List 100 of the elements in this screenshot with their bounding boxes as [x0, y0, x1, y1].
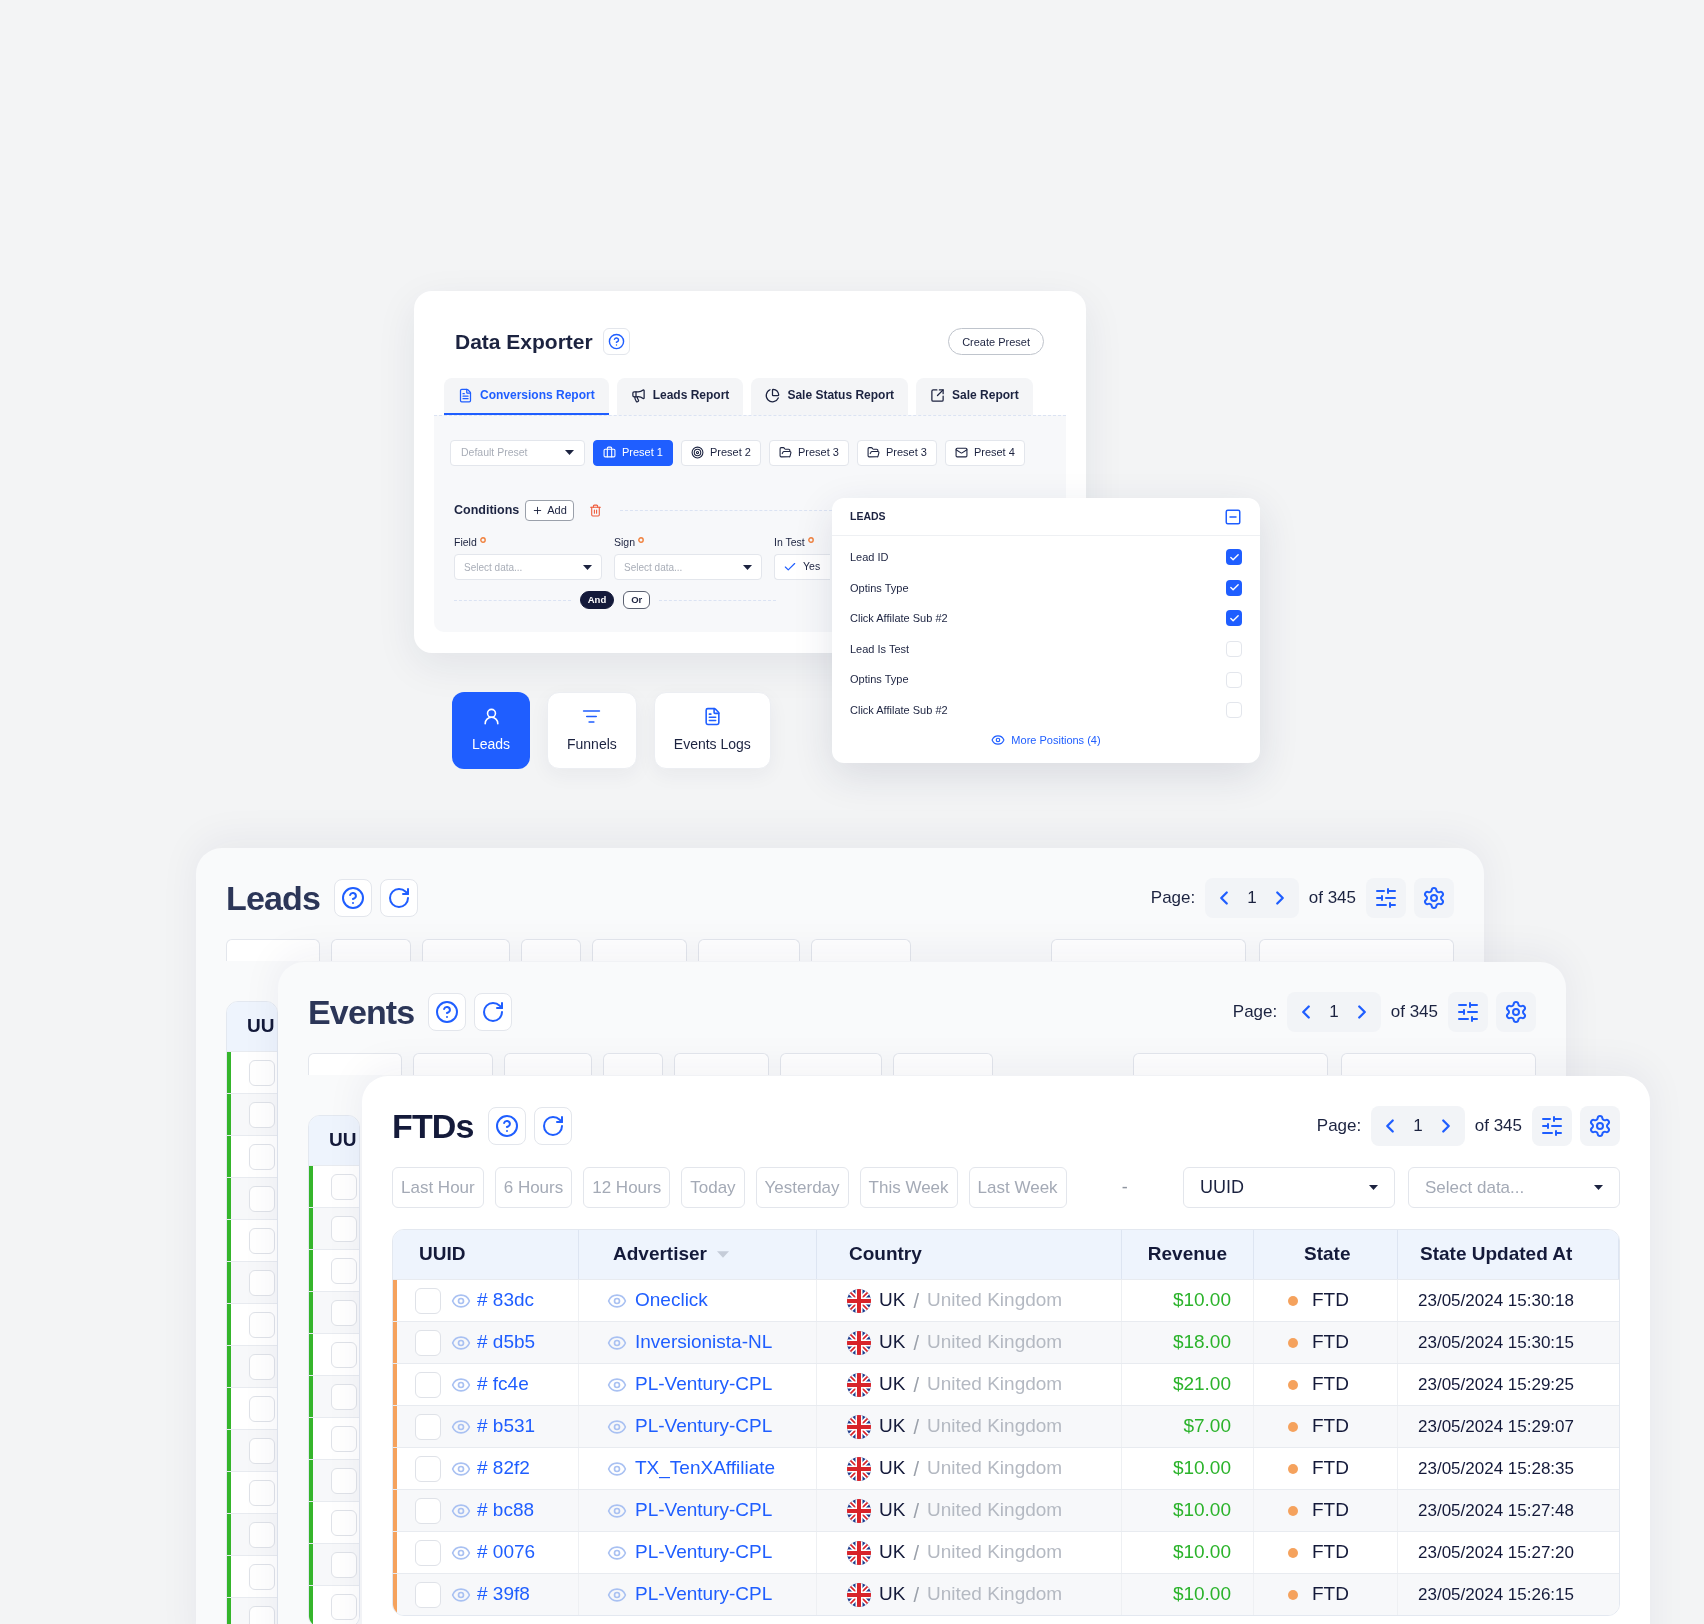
refresh-button[interactable]: [474, 993, 513, 1031]
uuid-link[interactable]: # bc88: [477, 1496, 535, 1525]
uuid-link[interactable]: # 0076: [477, 1538, 536, 1567]
time-filter-button[interactable]: [413, 1053, 493, 1075]
row-checkbox[interactable]: [249, 1185, 275, 1212]
settings-button[interactable]: [1496, 992, 1536, 1032]
toggle-field[interactable]: Yes: [774, 554, 830, 581]
row-checkbox[interactable]: [249, 1353, 275, 1380]
row-checkbox[interactable]: [331, 1299, 357, 1326]
columns-button[interactable]: [1448, 992, 1488, 1032]
row-checkbox[interactable]: [249, 1227, 275, 1254]
column-header[interactable]: UU: [309, 1116, 357, 1165]
help-button[interactable]: [602, 328, 630, 356]
row-checkbox[interactable]: [415, 1497, 441, 1524]
time-filter-button[interactable]: [308, 1053, 402, 1075]
preset-button[interactable]: Preset 3: [768, 439, 849, 466]
logic-toggle[interactable]: Or: [623, 591, 651, 610]
id-select[interactable]: UUID: [1183, 1167, 1395, 1208]
data-select[interactable]: [1341, 1053, 1536, 1075]
time-filter-button[interactable]: [521, 939, 581, 961]
row-checkbox[interactable]: [249, 1059, 275, 1086]
add-button[interactable]: Add: [525, 499, 574, 521]
row-checkbox[interactable]: [415, 1455, 441, 1482]
advertiser-link[interactable]: PL-Ventury-CPL: [635, 1538, 773, 1567]
row-checkbox[interactable]: [249, 1395, 275, 1422]
report-tab[interactable]: Conversions Report: [444, 377, 609, 415]
time-filter-button[interactable]: [603, 1053, 663, 1075]
advertiser-link[interactable]: PL-Ventury-CPL: [635, 1580, 773, 1609]
row-checkbox[interactable]: [249, 1563, 275, 1590]
uuid-link[interactable]: # b531: [477, 1412, 536, 1441]
row-checkbox[interactable]: [415, 1371, 441, 1398]
row-checkbox[interactable]: [331, 1173, 357, 1200]
checkbox[interactable]: [1226, 579, 1242, 596]
report-tab[interactable]: Sale Report: [916, 377, 1033, 415]
checkbox[interactable]: [1226, 671, 1242, 688]
preset-button[interactable]: Preset 1: [593, 439, 673, 466]
time-filter-button[interactable]: [780, 1053, 882, 1075]
nav-button[interactable]: Events Logs: [653, 692, 771, 769]
row-checkbox[interactable]: [331, 1341, 357, 1368]
collapse-icon[interactable]: [1224, 507, 1242, 526]
advertiser-link[interactable]: Inversionista-NL: [635, 1328, 773, 1357]
row-checkbox[interactable]: [249, 1101, 275, 1128]
time-filter-button[interactable]: [674, 1053, 769, 1075]
checkbox[interactable]: [1226, 549, 1242, 566]
time-filter-button[interactable]: [698, 939, 800, 961]
more-positions-link[interactable]: More Positions (4): [991, 731, 1101, 749]
id-select[interactable]: [1051, 939, 1246, 961]
row-checkbox[interactable]: [331, 1593, 357, 1620]
uuid-link[interactable]: # 82f2: [477, 1454, 530, 1483]
time-filter-button[interactable]: [422, 939, 510, 961]
settings-button[interactable]: [1580, 1106, 1620, 1146]
row-checkbox[interactable]: [249, 1521, 275, 1548]
help-button[interactable]: [487, 1107, 526, 1145]
columns-button[interactable]: [1366, 878, 1406, 918]
help-button[interactable]: [334, 879, 372, 917]
preset-button[interactable]: Preset 2: [680, 439, 761, 466]
uuid-link[interactable]: # 39f8: [477, 1580, 530, 1609]
row-checkbox[interactable]: [249, 1143, 275, 1170]
row-checkbox[interactable]: [249, 1605, 275, 1624]
advertiser-link[interactable]: PL-Ventury-CPL: [635, 1496, 773, 1525]
id-select[interactable]: [1133, 1053, 1328, 1075]
refresh-button[interactable]: [533, 1107, 572, 1145]
time-filter-button[interactable]: [504, 1053, 592, 1075]
advertiser-link[interactable]: TX_TenXAffiliate: [635, 1454, 776, 1483]
row-checkbox[interactable]: [415, 1329, 441, 1356]
time-filter-button[interactable]: [331, 939, 411, 961]
checkbox[interactable]: [1226, 702, 1242, 719]
settings-button[interactable]: [1414, 878, 1454, 918]
advertiser-link[interactable]: Oneclick: [635, 1286, 708, 1315]
row-checkbox[interactable]: [249, 1437, 275, 1464]
help-button[interactable]: [428, 993, 467, 1031]
time-filter-button[interactable]: [811, 939, 911, 961]
report-tab[interactable]: Sale Status Report: [751, 377, 909, 415]
row-checkbox[interactable]: [249, 1269, 275, 1296]
row-checkbox[interactable]: [331, 1467, 357, 1494]
row-checkbox[interactable]: [415, 1539, 441, 1566]
row-checkbox[interactable]: [331, 1215, 357, 1242]
row-checkbox[interactable]: [331, 1383, 357, 1410]
row-checkbox[interactable]: [331, 1425, 357, 1452]
row-checkbox[interactable]: [331, 1257, 357, 1284]
uuid-link[interactable]: # 83dc: [477, 1286, 535, 1315]
report-tab[interactable]: Leads Report: [616, 377, 744, 415]
advertiser-link[interactable]: PL-Ventury-CPL: [635, 1412, 773, 1441]
row-checkbox[interactable]: [415, 1287, 441, 1314]
uuid-link[interactable]: # fc4e: [477, 1370, 529, 1399]
checkbox[interactable]: [1226, 610, 1242, 627]
preset-button[interactable]: Preset 4: [944, 439, 1025, 466]
nav-button[interactable]: Funnels: [547, 692, 637, 769]
logic-toggle[interactable]: And: [579, 591, 615, 610]
nav-button[interactable]: Leads: [452, 692, 530, 769]
time-filter-button[interactable]: [893, 1053, 993, 1075]
row-checkbox[interactable]: [415, 1581, 441, 1608]
row-checkbox[interactable]: [331, 1509, 357, 1536]
row-checkbox[interactable]: [249, 1479, 275, 1506]
time-filter-button[interactable]: [226, 939, 320, 961]
row-checkbox[interactable]: [331, 1551, 357, 1578]
refresh-button[interactable]: [380, 879, 418, 917]
data-select[interactable]: [1259, 939, 1454, 961]
checkbox[interactable]: [1226, 641, 1242, 658]
uuid-link[interactable]: # d5b5: [477, 1328, 536, 1357]
